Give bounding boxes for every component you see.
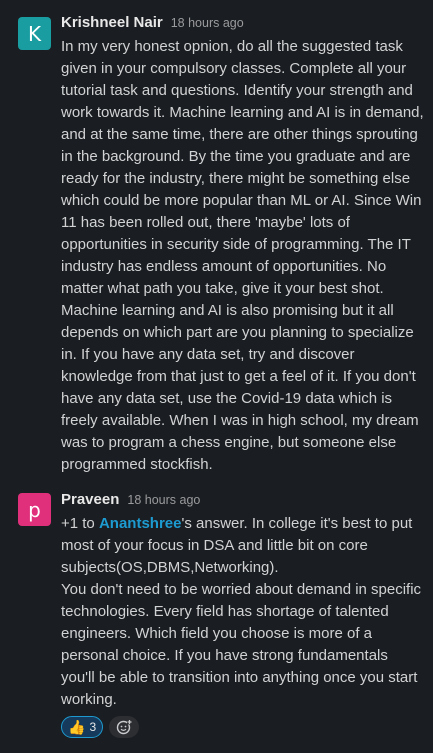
- message-text-2: You don't need to be worried about deman…: [61, 581, 422, 708]
- reaction-thumbs-up[interactable]: 👍 3: [61, 716, 104, 738]
- user-mention[interactable]: Anantshree: [99, 515, 182, 532]
- reactions-bar: 👍 3: [61, 716, 425, 738]
- timestamp[interactable]: 18 hours ago: [171, 16, 244, 30]
- avatar-letter: p: [28, 497, 41, 522]
- text-prefix: +1 to: [61, 515, 99, 532]
- avatar[interactable]: p: [18, 493, 51, 526]
- message-header: Praveen 18 hours ago: [61, 491, 425, 513]
- message: p Praveen 18 hours ago +1 to Anantshree'…: [0, 491, 433, 738]
- reaction-count: 3: [89, 720, 97, 734]
- message-text: In my very honest opnion, do all the sug…: [61, 38, 424, 473]
- avatar[interactable]: K: [18, 17, 51, 50]
- author-name[interactable]: Krishneel Nair: [61, 14, 163, 31]
- author-name[interactable]: Praveen: [61, 491, 119, 508]
- avatar-letter: K: [27, 21, 42, 46]
- message-text: +1 to Anantshree's answer. In college it…: [61, 513, 425, 579]
- message-header: Krishneel Nair 18 hours ago: [61, 14, 425, 36]
- message: K Krishneel Nair 18 hours ago In my very…: [0, 14, 433, 476]
- message-list: K Krishneel Nair 18 hours ago In my very…: [0, 14, 433, 738]
- thumbs-up-icon: 👍: [68, 719, 86, 735]
- add-reaction-button[interactable]: [109, 716, 140, 738]
- timestamp[interactable]: 18 hours ago: [127, 493, 200, 507]
- message-body: +1 to Anantshree's answer. In college it…: [61, 513, 425, 711]
- message-body: In my very honest opnion, do all the sug…: [61, 36, 425, 476]
- add-emoji-icon: [116, 719, 133, 735]
